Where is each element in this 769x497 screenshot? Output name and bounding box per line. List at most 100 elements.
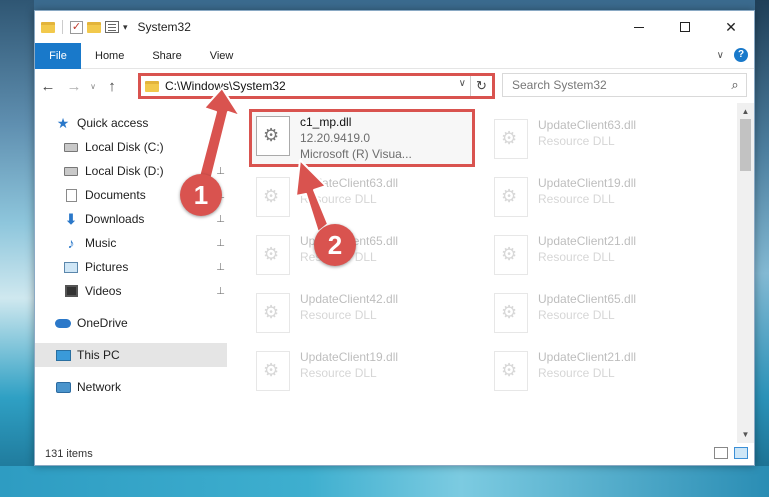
vertical-scrollbar[interactable]: ▲ ▼ (737, 103, 754, 443)
documents-icon (63, 188, 79, 202)
toolbar-divider (62, 20, 63, 34)
file-item[interactable]: UpdateClient19.dll Resource DLL (490, 173, 720, 227)
sidebar-item-onedrive[interactable]: OneDrive (35, 311, 227, 335)
window-title: System32 (137, 20, 191, 34)
file-details: UpdateClient19.dll Resource DLL (538, 173, 636, 207)
search-input[interactable]: Search System32 ⌕ (502, 73, 747, 97)
forward-button[interactable]: → (61, 78, 87, 95)
dll-file-icon (256, 177, 290, 217)
file-name: UpdateClient42.dll (300, 292, 399, 306)
status-bar: 131 items (35, 443, 754, 465)
dll-file-icon (494, 351, 528, 391)
sidebar-item-label: Documents (85, 188, 146, 202)
dll-file-icon (256, 235, 290, 275)
customize-toolbar-chevron-down-icon[interactable]: ▾ (123, 22, 128, 33)
file-details: c1_mp.dll 12.20.9419.0 Microsoft (R) Vis… (300, 112, 412, 162)
tab-home[interactable]: Home (81, 50, 138, 62)
pin-icon[interactable]: ⊥ (216, 238, 225, 249)
drive-icon (63, 140, 79, 154)
file-details: UpdateClient63.dll Resource DLL (538, 115, 636, 149)
search-placeholder[interactable]: Search System32 (512, 78, 724, 92)
sidebar-item-label: OneDrive (77, 316, 128, 330)
file-item[interactable]: UpdateClient19.dll Resource DLL (252, 347, 482, 401)
sidebar-item-music[interactable]: ♪ Music ⊥ (35, 231, 227, 255)
tab-share[interactable]: Share (138, 50, 195, 62)
file-item[interactable]: UpdateClient42.dll Resource DLL (252, 289, 482, 343)
sidebar-item-label: Local Disk (C:) (85, 140, 164, 154)
pin-icon[interactable]: ⊥ (216, 262, 225, 273)
file-details: UpdateClient21.dll Resource DLL (538, 347, 636, 381)
file-item[interactable]: UpdateClient63.dll Resource DLL (252, 173, 482, 227)
file-item[interactable]: UpdateClient65.dll Resource DLL (490, 289, 720, 343)
sidebar-item-videos[interactable]: Videos ⊥ (35, 279, 227, 303)
up-button[interactable]: ↑ (99, 78, 125, 95)
minimize-icon (634, 26, 644, 28)
file-item[interactable]: UpdateClient63.dll Resource DLL (490, 115, 720, 169)
sidebar-item-quick-access[interactable]: ★ Quick access (35, 111, 227, 135)
videos-icon (63, 284, 79, 298)
scrollbar-thumb[interactable] (740, 119, 751, 171)
file-name: UpdateClient19.dll (300, 350, 399, 364)
expand-ribbon-chevron-icon[interactable]: ∨ (717, 50, 724, 61)
file-type: Resource DLL (300, 366, 377, 380)
file-type: Resource DLL (300, 308, 377, 322)
dll-file-icon (256, 351, 290, 391)
explorer-window: ✓ ▾ System32 ✕ File Home Share View ∨ ? … (34, 10, 755, 466)
this-pc-icon (55, 348, 71, 362)
file-details: UpdateClient65.dll Resource DLL (538, 289, 636, 323)
tab-file[interactable]: File (35, 42, 81, 69)
pin-icon[interactable]: ⊥ (216, 286, 225, 297)
annotation-badge-1: 1 (180, 174, 222, 216)
onedrive-icon (55, 316, 71, 330)
address-history-chevron-icon[interactable]: ∨ (459, 78, 466, 89)
back-button[interactable]: ← (35, 78, 61, 95)
scroll-down-arrow-icon[interactable]: ▼ (737, 426, 754, 443)
tab-view[interactable]: View (196, 50, 248, 62)
recent-locations-chevron-icon[interactable]: ∨ (87, 82, 99, 91)
annotation-badge-2: 2 (314, 224, 356, 266)
file-details: UpdateClient19.dll Resource DLL (300, 347, 398, 381)
sidebar-item-network[interactable]: Network (35, 375, 227, 399)
dll-file-icon (256, 293, 290, 333)
properties-icon[interactable] (105, 21, 119, 33)
scroll-up-arrow-icon[interactable]: ▲ (737, 103, 754, 120)
file-details: UpdateClient42.dll Resource DLL (300, 289, 398, 323)
large-icons-view-icon[interactable] (734, 447, 748, 459)
close-button[interactable]: ✕ (708, 11, 754, 43)
ribbon-tabs: File Home Share View ∨ ? (35, 42, 754, 69)
downloads-icon: ⬇ (65, 210, 77, 227)
file-item-c1-mp-dll[interactable]: c1_mp.dll 12.20.9419.0 Microsoft (R) Vis… (249, 109, 475, 167)
file-list: c1_mp.dll 12.20.9419.0 Microsoft (R) Vis… (232, 103, 740, 443)
file-item[interactable]: UpdateClient65.dll Resource DLL (252, 231, 482, 285)
address-bar[interactable]: C:\Windows\System32 ∨ ↻ (138, 73, 495, 99)
main-area: ★ Quick access Local Disk (C:) Local Dis… (35, 103, 754, 443)
file-name: UpdateClient21.dll (538, 234, 637, 248)
dll-file-icon (494, 293, 528, 333)
address-path[interactable]: C:\Windows\System32 (165, 79, 286, 93)
music-icon: ♪ (67, 235, 75, 251)
help-icon[interactable]: ? (734, 48, 748, 62)
refresh-button[interactable]: ↻ (470, 76, 492, 96)
maximize-icon (680, 22, 690, 32)
folder-icon (145, 80, 159, 92)
pin-icon[interactable]: ⊥ (216, 166, 225, 177)
title-bar: ✓ ▾ System32 ✕ (35, 11, 754, 43)
sidebar-item-this-pc[interactable]: This PC (35, 343, 227, 367)
dll-file-icon (494, 235, 528, 275)
sidebar-item-local-disk-c[interactable]: Local Disk (C:) (35, 135, 227, 159)
sidebar-item-label: Quick access (77, 116, 149, 130)
details-view-icon[interactable] (714, 447, 728, 459)
file-item[interactable]: UpdateClient21.dll Resource DLL (490, 231, 720, 285)
maximize-button[interactable] (662, 11, 708, 43)
new-folder-icon[interactable] (87, 21, 101, 33)
sidebar-item-pictures[interactable]: Pictures ⊥ (35, 255, 227, 279)
star-icon: ★ (56, 114, 70, 131)
pin-icon[interactable]: ⊥ (216, 214, 225, 225)
file-type: Resource DLL (538, 192, 615, 206)
file-type: Resource DLL (538, 308, 615, 322)
search-icon[interactable]: ⌕ (724, 77, 746, 93)
sidebar-item-label: Music (85, 236, 117, 250)
file-item[interactable]: UpdateClient21.dll Resource DLL (490, 347, 720, 401)
minimize-button[interactable] (616, 11, 662, 43)
properties-check-icon[interactable]: ✓ (70, 20, 83, 34)
